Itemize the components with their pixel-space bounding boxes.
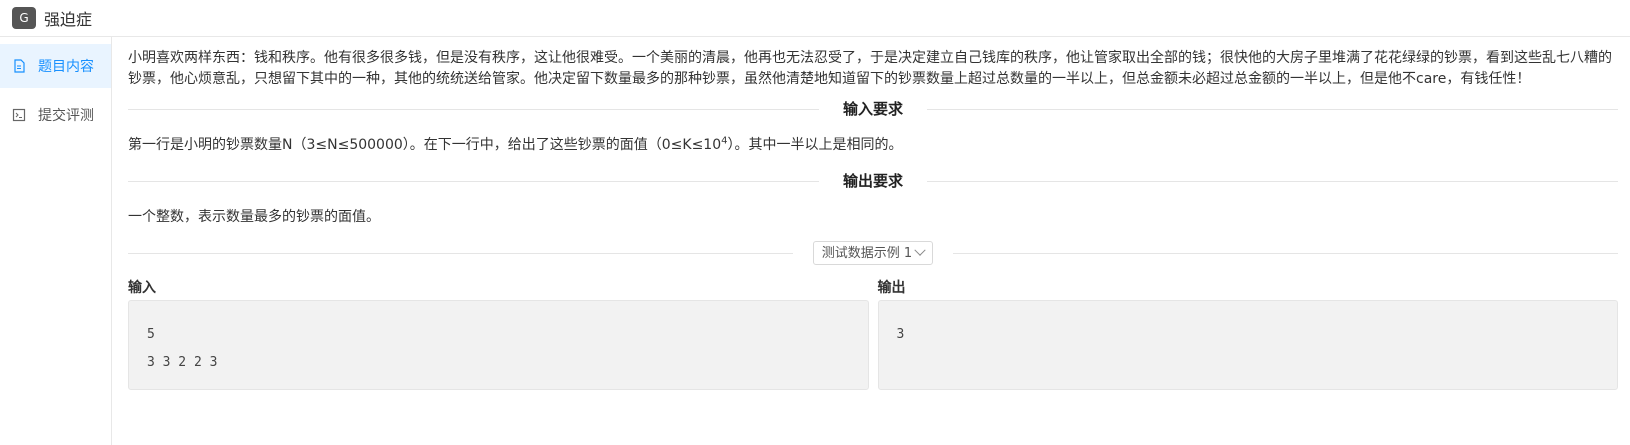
example-io: 输入 5 3 3 2 2 3 输出 3 bbox=[128, 278, 1618, 390]
app-badge: G bbox=[12, 7, 36, 29]
top-bar: G 强迫症 bbox=[0, 0, 1630, 37]
sidebar-item-label: 题目内容 bbox=[38, 59, 94, 75]
sidebar-item-problem-content[interactable]: 题目内容 bbox=[0, 44, 111, 88]
terminal-icon bbox=[12, 108, 26, 122]
sidebar-item-submit[interactable]: 提交评测 bbox=[0, 93, 111, 137]
chevron-down-icon bbox=[914, 244, 926, 256]
document-icon bbox=[14, 59, 25, 73]
input-heading: 输入要求 bbox=[843, 99, 904, 118]
output-requirement: 一个整数，表示数量最多的钞票的面值。 bbox=[128, 209, 380, 225]
example-dropdown[interactable]: 测试数据示例 1 bbox=[812, 241, 934, 265]
sidebar: 题目内容 提交评测 bbox=[0, 37, 112, 445]
problem-content: 小明喜欢两样东西：钱和秩序。他有很多很多钱，但是没有秩序，这让他很难受。一个美丽… bbox=[128, 48, 1619, 390]
page-title: 强迫症 bbox=[44, 10, 93, 29]
output-section-divider: 输出要求 bbox=[128, 166, 1619, 196]
example-input-box: 5 3 3 2 2 3 bbox=[128, 300, 869, 390]
output-heading: 输出要求 bbox=[843, 171, 904, 190]
sidebar-item-label: 提交评测 bbox=[38, 108, 94, 124]
example-output-box: 3 bbox=[877, 300, 1618, 390]
input-section-divider: 输入要求 bbox=[128, 94, 1619, 124]
input-requirement: 第一行是小明的钞票数量N（3≤N≤500000）。在下一行中，给出了这些钞票的面… bbox=[128, 135, 903, 153]
example-input-label: 输入 bbox=[128, 280, 156, 296]
problem-description: 小明喜欢两样东西：钱和秩序。他有很多很多钱，但是没有秩序，这让他很难受。一个美丽… bbox=[128, 50, 1612, 87]
example-selector-row: 测试数据示例 1 bbox=[128, 238, 1618, 268]
example-dropdown-label: 测试数据示例 1 bbox=[821, 245, 913, 261]
example-output-label: 输出 bbox=[877, 280, 906, 296]
